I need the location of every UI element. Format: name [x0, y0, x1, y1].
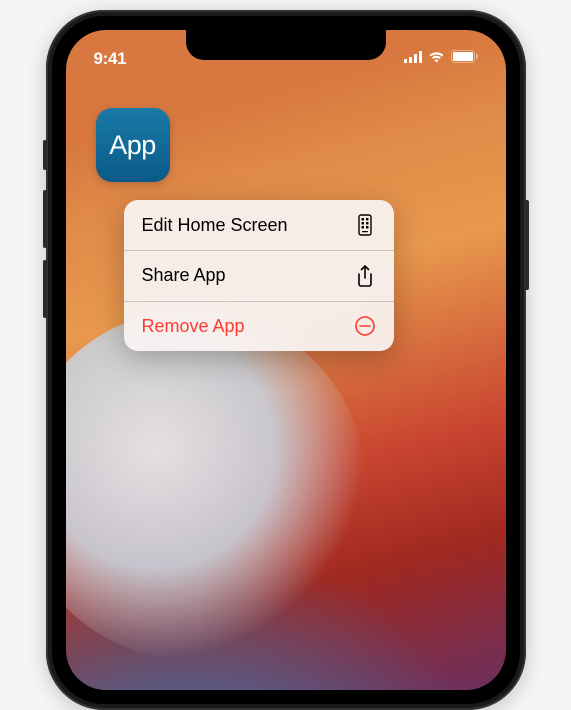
- menu-item-remove-app[interactable]: Remove App: [124, 301, 394, 351]
- menu-item-label: Remove App: [142, 316, 245, 337]
- phone-bezel: 9:41: [52, 16, 520, 704]
- context-menu: Edit Home Screen: [124, 200, 394, 351]
- notch: [186, 30, 386, 60]
- share-icon: [354, 265, 376, 287]
- remove-icon: [354, 315, 376, 337]
- app-icon[interactable]: App: [96, 108, 170, 182]
- menu-item-edit-home-screen[interactable]: Edit Home Screen: [124, 200, 394, 250]
- menu-item-share-app[interactable]: Share App: [124, 251, 394, 301]
- status-time: 9:41: [94, 49, 127, 69]
- volume-down-button: [43, 260, 47, 318]
- app-icon-label: App: [109, 130, 156, 161]
- home-screen-icon: [354, 214, 376, 236]
- menu-item-label: Edit Home Screen: [142, 215, 288, 236]
- silent-switch: [43, 140, 47, 170]
- battery-icon: [451, 50, 478, 68]
- wifi-icon: [428, 50, 445, 68]
- volume-up-button: [43, 190, 47, 248]
- phone-frame: 9:41: [46, 10, 526, 710]
- menu-item-label: Share App: [142, 265, 226, 286]
- cellular-signal-icon: [404, 50, 422, 68]
- screen: 9:41: [66, 30, 506, 690]
- power-button: [525, 200, 529, 290]
- status-icons: [404, 50, 478, 68]
